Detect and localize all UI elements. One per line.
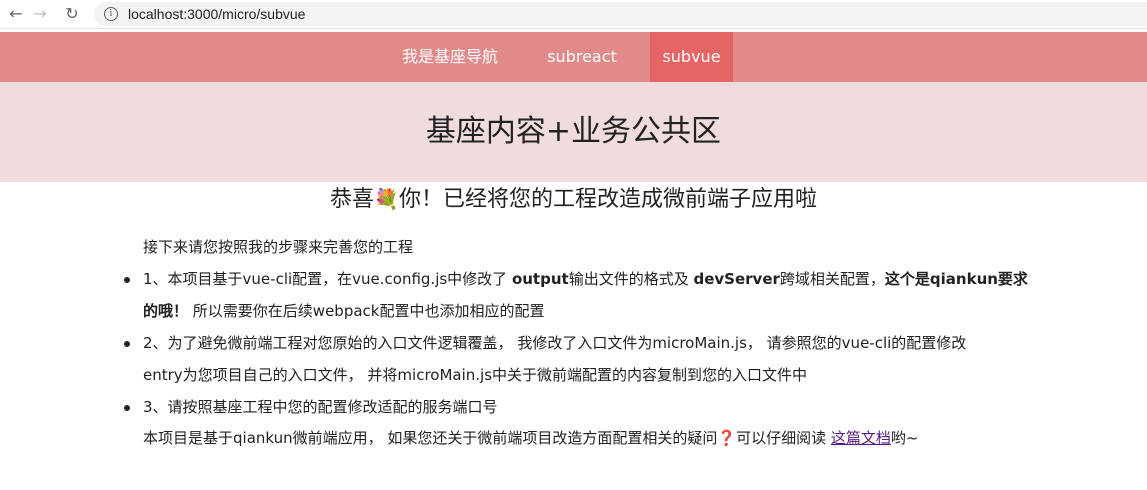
item1-bold-oh: 的哦！ [143, 302, 189, 320]
footer-text-b: 可以仔细阅读 [736, 429, 831, 447]
item2-line-2: entry为您项目自己的入口文件， 并将microMain.js中关于微前端配置… [143, 366, 808, 384]
top-nav: 我是基座导航 subreact subvue [0, 32, 1147, 82]
back-arrow-icon[interactable]: ← [6, 4, 26, 24]
question-icon: ❓ [717, 429, 737, 447]
flower-icon: 💐 [374, 187, 399, 211]
item1-bold-qiankun: 这个是qiankun要求 [884, 270, 1028, 288]
footer-text-a: 本项目是基于qiankun微前端应用， 如果您还关于微前端项目改造方面配置相关的… [143, 429, 718, 447]
bullet-icon [124, 341, 130, 347]
info-icon[interactable]: i [104, 7, 118, 21]
item1-text-b: 输出文件的格式及 [568, 270, 694, 288]
browser-toolbar: ← → ↻ i localhost:3000/micro/subvue [0, 0, 1147, 29]
nav-item-base[interactable]: 我是基座导航 [390, 32, 510, 82]
footer-text-c: 哟~ [890, 429, 919, 447]
bullet-icon [124, 277, 130, 283]
item1-text-d: 所以需要你在后续webpack配置中也添加相应的配置 [192, 302, 545, 320]
reload-icon[interactable]: ↻ [62, 4, 82, 24]
doc-link[interactable]: 这篇文档 [831, 429, 891, 447]
address-bar[interactable]: i localhost:3000/micro/subvue [94, 2, 1147, 26]
nav-item-subreact[interactable]: subreact [530, 32, 634, 82]
title-suffix: 你！已经将您的工程改造成微前端子应用啦 [398, 187, 817, 212]
footer-note: 本项目是基于qiankun微前端应用， 如果您还关于微前端项目改造方面配置相关的… [143, 422, 918, 454]
list-item-2: 2、为了避免微前端工程对您原始的入口文件逻辑覆盖， 我修改了入口文件为micro… [143, 327, 1043, 391]
page-title: 恭喜💐你！已经将您的工程改造成微前端子应用啦 [0, 182, 1147, 217]
item1-bold-devserver: devServer [693, 270, 780, 288]
item2-line-1: 2、为了避免微前端工程对您原始的入口文件逻辑覆盖， 我修改了入口文件为micro… [143, 334, 967, 352]
intro-text: 接下来请您按照我的步骤来完善您的工程 [143, 238, 414, 256]
url-text[interactable]: localhost:3000/micro/subvue [128, 6, 305, 22]
header-title: 基座内容+业务公共区 [425, 114, 722, 149]
forward-arrow-icon[interactable]: → [30, 4, 50, 24]
item1-text-a: 1、本项目基于vue-cli配置，在vue.config.js中修改了 [143, 270, 512, 288]
base-header: 基座内容+业务公共区 [0, 82, 1147, 182]
title-prefix: 恭喜 [330, 187, 375, 212]
bullet-icon [124, 405, 130, 411]
list-item-1: 1、本项目基于vue-cli配置，在vue.config.js中修改了 outp… [143, 263, 1043, 327]
item1-bold-output: output [511, 270, 569, 288]
nav-item-subvue[interactable]: subvue [650, 32, 733, 82]
list-item-3: 3、请按照基座工程中您的配置修改适配的服务端口号 [143, 398, 498, 416]
item1-text-c: 跨域相关配置， [779, 270, 885, 288]
